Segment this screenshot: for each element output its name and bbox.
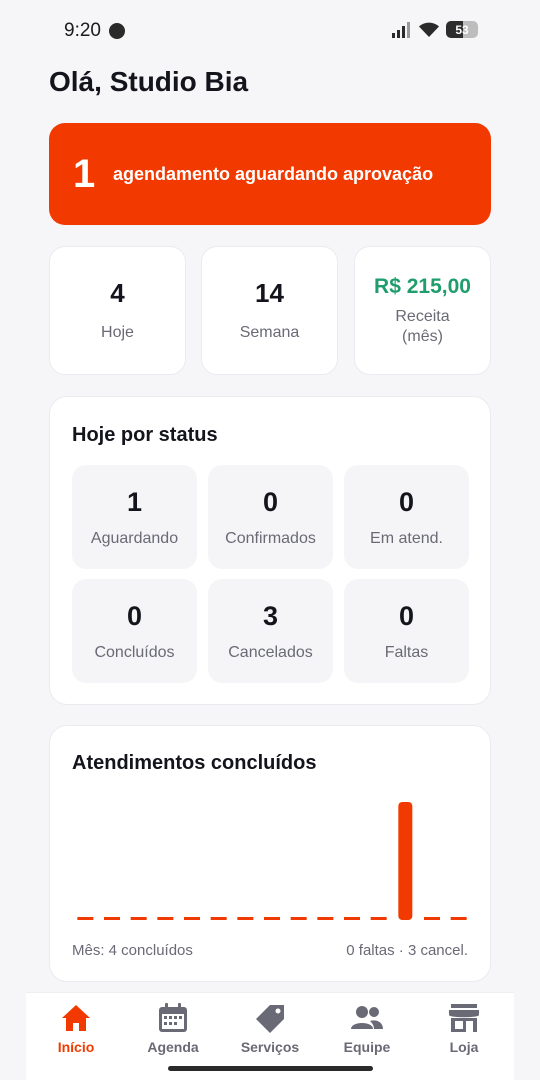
chart-bar-empty — [344, 917, 360, 920]
chart-bar-empty — [104, 917, 120, 920]
chart-bar-empty — [370, 917, 387, 920]
status-label: Cancelados — [228, 643, 313, 661]
wifi-icon — [419, 22, 439, 37]
status-icons: 53 — [392, 21, 478, 38]
pending-approval-banner[interactable]: 1 agendamento aguardando aprovação — [49, 123, 491, 225]
status-cancelled[interactable]: 3 Cancelados — [208, 579, 333, 683]
chart-footer-month: Mês: 4 concluídos — [72, 942, 193, 959]
status-time: 9:20 — [64, 20, 101, 41]
status-label: Concluídos — [94, 643, 175, 661]
status-label: Faltas — [384, 643, 429, 661]
stat-value: R$ 215,00 — [374, 274, 471, 298]
stat-card-week[interactable]: 14 Semana — [201, 246, 338, 375]
chart-bar-empty — [157, 917, 174, 920]
status-label: Em atend. — [370, 529, 443, 547]
status-confirmed[interactable]: 0 Confirmados — [208, 465, 333, 569]
status-awaiting[interactable]: 1 Aguardando — [72, 465, 197, 569]
chart-bar-empty — [450, 917, 467, 920]
status-count: 3 — [262, 600, 279, 631]
stat-value: 14 — [255, 278, 284, 308]
completed-chart-panel: Atendimentos concluídos Mês: 4 concluído… — [49, 725, 491, 982]
chart-bar-empty — [130, 917, 147, 920]
chart-bar — [398, 802, 413, 920]
nav-label: Agenda — [147, 1039, 199, 1055]
status-count: 1 — [126, 486, 143, 517]
chart-bar-empty — [77, 917, 94, 920]
nav-label: Serviços — [240, 1039, 300, 1055]
panel-title: Hoje por status — [72, 424, 218, 446]
store-icon — [449, 1004, 479, 1032]
status-label: Confirmados — [225, 529, 316, 547]
chart-bar-empty — [264, 917, 280, 920]
status-count: 0 — [398, 486, 415, 517]
nav-item-store[interactable]: Loja — [419, 1003, 509, 1055]
pending-text: agendamento aguardando aprovação — [113, 163, 434, 184]
stat-card-today[interactable]: 4 Hoje — [49, 246, 186, 375]
nav-item-home[interactable]: Início — [31, 1003, 121, 1055]
chart-bar-empty — [290, 917, 307, 920]
chart-bar-empty — [317, 917, 334, 920]
calendar-icon — [159, 1003, 187, 1032]
chart-bar-empty — [184, 917, 200, 920]
stat-label: Hoje — [101, 324, 134, 341]
nav-label: Início — [57, 1039, 95, 1055]
completed-chart — [77, 802, 467, 920]
home-indicator — [168, 1066, 373, 1071]
page-title: Olá, Studio Bia — [49, 66, 249, 97]
stat-label: Receita (mês) — [395, 307, 450, 345]
battery-level: 53 — [455, 22, 469, 37]
battery-icon: 53 — [446, 21, 478, 38]
home-icon — [62, 1005, 90, 1031]
chart-bar-empty — [424, 917, 440, 920]
status-bar: 9:20 53 — [0, 0, 540, 60]
panel-title: Atendimentos concluídos — [72, 752, 317, 774]
chart-bar-empty — [210, 917, 227, 920]
stat-card-revenue[interactable]: R$ 215,00 Receita (mês) — [354, 246, 491, 375]
chart-bar-empty — [237, 917, 254, 920]
tag-icon — [256, 1005, 284, 1033]
status-completed[interactable]: 0 Concluídos — [72, 579, 197, 683]
nav-label: Loja — [449, 1039, 479, 1055]
stat-label: Semana — [239, 324, 300, 341]
status-count: 0 — [398, 600, 415, 631]
status-count: 0 — [262, 486, 279, 517]
nav-label: Equipe — [343, 1039, 391, 1055]
pending-count: 1 — [73, 151, 96, 196]
status-in-service[interactable]: 0 Em atend. — [344, 465, 469, 569]
chart-footer-summary: 0 faltas · 3 cancel. — [346, 942, 468, 959]
notification-dot-icon — [109, 23, 125, 39]
stat-value: 4 — [110, 278, 125, 308]
status-panel: Hoje por status 1 Aguardando 0 Confirmad… — [49, 396, 491, 705]
status-label: Aguardando — [90, 529, 179, 547]
signal-icon — [392, 21, 410, 38]
status-no-shows[interactable]: 0 Faltas — [344, 579, 469, 683]
nav-item-services[interactable]: Serviços — [225, 1003, 315, 1055]
people-icon — [351, 1006, 383, 1029]
nav-item-team[interactable]: Equipe — [322, 1003, 412, 1055]
status-count: 0 — [126, 600, 143, 631]
nav-item-agenda[interactable]: Agenda — [128, 1003, 218, 1055]
